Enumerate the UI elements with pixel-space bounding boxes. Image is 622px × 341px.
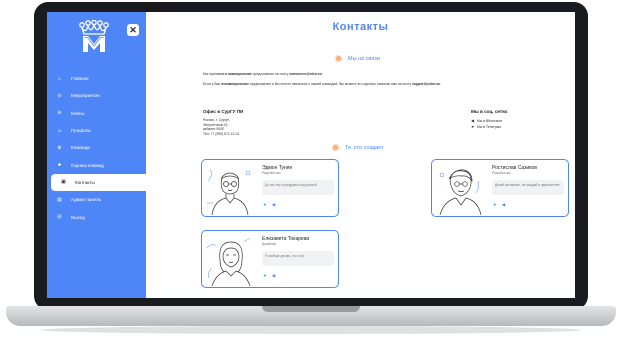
sidebar-item-label: Выход bbox=[71, 214, 85, 220]
sidebar-item-team-rating[interactable]: ♣ Оценка команд bbox=[47, 156, 146, 173]
vk-icon[interactable]: ◀ bbox=[272, 202, 275, 208]
sidebar-item-label: Админ панель bbox=[71, 197, 102, 203]
sidebar: ✕ ⌂ Главная ⊙ Мероприятия ⊖ Кейсы ☺ Профиль … bbox=[47, 12, 146, 298]
location-icon: ⊙ bbox=[57, 92, 62, 99]
logo-icon bbox=[79, 20, 109, 52]
commerce-email-link[interactable]: commerce@edro.su bbox=[289, 72, 322, 76]
sidebar-item-label: Кейсы bbox=[71, 110, 85, 116]
app-screen: ✕ ⌂ Главная ⊙ Мероприятия ⊖ Кейсы ☺ Профиль … bbox=[47, 12, 575, 298]
vk-icon[interactable]: ◀ bbox=[272, 273, 275, 279]
rating-icon: ♣ bbox=[57, 162, 62, 169]
section-title-creators: Те, кто создает bbox=[332, 144, 384, 151]
creator-quote: До сих пор в раздумья над фразой bbox=[262, 180, 334, 195]
sidebar-item-label: Команда bbox=[71, 145, 90, 151]
section-title-text: Те, кто создает bbox=[345, 144, 384, 151]
telegram-icon[interactable]: ➤ bbox=[263, 273, 267, 279]
telegram-icon[interactable]: ➤ bbox=[493, 202, 497, 208]
commercial-offer-text: Мы принимаем коммерческие предложения на… bbox=[203, 72, 322, 76]
sidebar-item-logout[interactable]: ⊟ Выход bbox=[47, 208, 146, 225]
creator-role: Разработчик bbox=[492, 171, 511, 175]
sidebar-item-label: Контакты bbox=[75, 179, 95, 185]
creator-card: Эдмон Тунян Разработчик До сих пор в раз… bbox=[201, 159, 339, 217]
creator-role: Дизайнер bbox=[262, 242, 277, 246]
vk-link-label: Мы в ВКонтакте bbox=[477, 118, 503, 123]
creator-role: Разработчик bbox=[262, 171, 281, 175]
vk-icon[interactable]: ◀ bbox=[502, 202, 505, 208]
home-icon: ⌂ bbox=[57, 75, 62, 82]
creator-card: Елизавета Токарева Дизайнер Я вообще дел… bbox=[201, 230, 339, 288]
creator-card: Ростислав Сазиков Разработчик Делай жела… bbox=[431, 159, 569, 217]
sidebar-item-profile[interactable]: ☺ Профиль bbox=[47, 122, 146, 139]
bullet-dot-icon bbox=[335, 55, 342, 62]
sidebar-item-events[interactable]: ⊙ Мероприятия bbox=[47, 87, 146, 104]
vk-link[interactable]: ◀ Мы в ВКонтакте bbox=[471, 118, 503, 124]
laptop-notch bbox=[262, 306, 360, 312]
close-sidebar-button[interactable]: ✕ bbox=[127, 24, 139, 36]
sidebar-item-cases[interactable]: ⊖ Кейсы bbox=[47, 105, 146, 122]
sidebar-item-label: Оценка команд bbox=[71, 162, 104, 168]
portrait-illustration bbox=[206, 237, 251, 286]
support-email-link[interactable]: support@edro.su bbox=[412, 82, 440, 86]
case-icon: ⊖ bbox=[57, 110, 62, 117]
social-title: Мы в соц. сетях bbox=[471, 109, 508, 114]
sidebar-item-home[interactable]: ⌂ Главная bbox=[47, 70, 146, 87]
creator-quote: Делай желаемое, не ожидай в одиночестве bbox=[492, 180, 564, 195]
office-address-line: Энергетиков 22, bbox=[203, 122, 229, 127]
telegram-link-label: Мы в Телеграм bbox=[477, 124, 501, 129]
office-address-line: кабинет 900Е bbox=[203, 127, 225, 131]
bullet-dot-icon bbox=[332, 144, 339, 151]
team-icon: ⊕ bbox=[57, 144, 62, 151]
admin-icon: ▤ bbox=[57, 196, 62, 203]
sidebar-item-admin[interactable]: ▤ Админ панель bbox=[47, 191, 146, 208]
sidebar-item-label: Мероприятия bbox=[71, 93, 100, 99]
profile-icon: ☺ bbox=[56, 127, 63, 134]
section-title-in-touch: Мы на связи bbox=[335, 55, 380, 62]
main-content: Контакты Мы на связи Мы принимаем коммер… bbox=[146, 12, 575, 298]
sidebar-nav: ⌂ Главная ⊙ Мероприятия ⊖ Кейсы ☺ Профиль ⊕ К… bbox=[47, 70, 146, 226]
noncommercial-offer-text: Если у Вас некоммерческое предложение и … bbox=[203, 82, 441, 86]
section-title-text: Мы на связи bbox=[348, 55, 380, 62]
sidebar-item-label: Главная bbox=[71, 76, 89, 82]
logout-icon: ⊟ bbox=[57, 214, 62, 221]
sidebar-item-contacts[interactable]: ▣ Контакты bbox=[51, 173, 146, 192]
creator-quote: Я вообще делаю, что хочу bbox=[262, 251, 334, 266]
sidebar-item-team[interactable]: ⊕ Команда bbox=[47, 139, 146, 156]
office-title: Офис в СурГУ ПИ bbox=[203, 109, 244, 114]
office-address-line: Россия, г. Сургут, bbox=[203, 118, 230, 122]
portrait-illustration bbox=[207, 168, 251, 215]
telegram-icon[interactable]: ➤ bbox=[263, 202, 267, 208]
office-phone: Тел: +7 (999) 571 10-31 bbox=[203, 131, 240, 136]
sidebar-item-label: Профиль bbox=[71, 128, 91, 134]
page-title: Контакты bbox=[332, 21, 389, 33]
telegram-link[interactable]: ➤ Мы в Телеграм bbox=[471, 124, 501, 130]
laptop-shadow bbox=[40, 326, 582, 334]
contacts-icon: ▣ bbox=[61, 179, 66, 186]
portrait-illustration bbox=[439, 169, 482, 215]
